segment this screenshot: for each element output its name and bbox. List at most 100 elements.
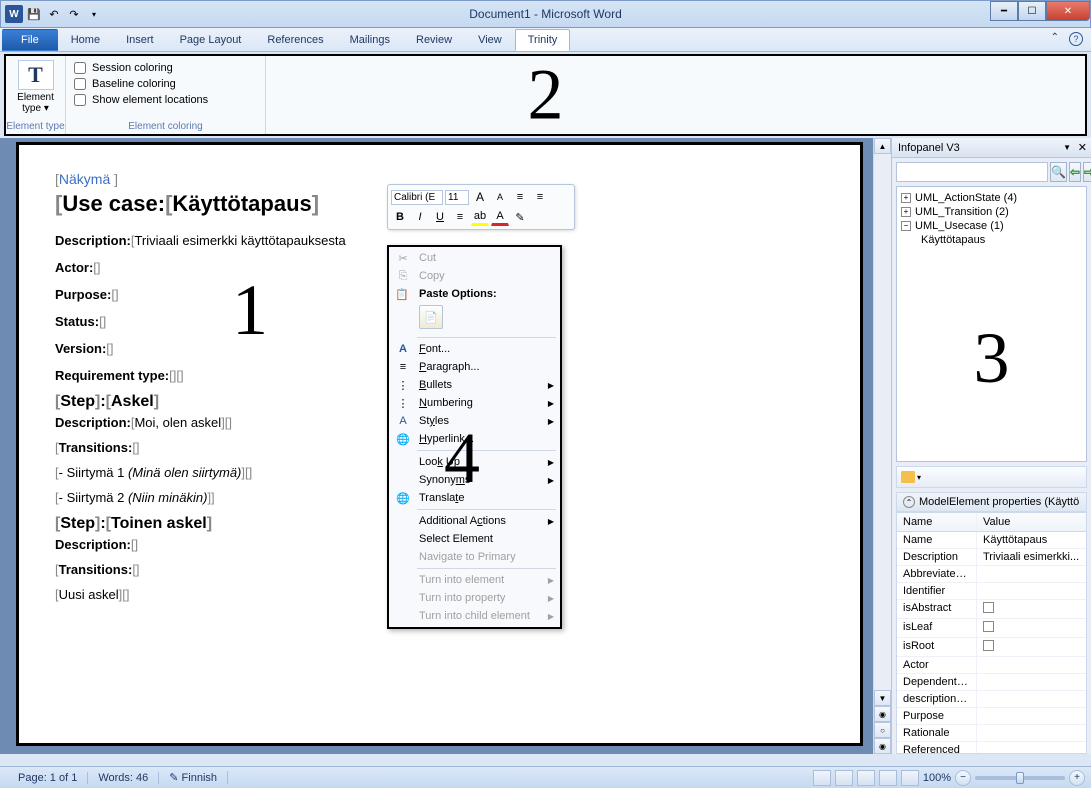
draft-view[interactable]	[901, 770, 919, 786]
format-painter-icon[interactable]: ✎	[511, 208, 529, 226]
full-screen-view[interactable]	[835, 770, 853, 786]
center-icon[interactable]: ≡	[451, 208, 469, 226]
undo-icon[interactable]: ↶	[45, 5, 63, 23]
folder-bar[interactable]: ▾	[896, 466, 1087, 488]
infopanel-search-input[interactable]	[896, 162, 1048, 182]
session-coloring-checkbox[interactable]: Session coloring	[74, 62, 257, 74]
tree-item-kayttotapaus[interactable]: Käyttötapaus	[901, 233, 1082, 247]
cm-turn-property: Turn into property▶	[389, 589, 560, 607]
element-type-group: T Element type ▾ Element type	[6, 56, 66, 134]
zoom-out-button[interactable]: −	[955, 770, 971, 786]
scroll-up-button[interactable]: ▲	[874, 138, 891, 154]
help-icon[interactable]: ?	[1069, 32, 1083, 46]
folder-icon	[901, 471, 915, 483]
close-button[interactable]: ✕	[1046, 1, 1090, 21]
prop-row[interactable]: Abbreviatednam	[897, 566, 1086, 583]
show-element-locations-checkbox[interactable]: Show element locations	[74, 94, 257, 106]
prop-row[interactable]: descriptionXML	[897, 691, 1086, 708]
tab-view[interactable]: View	[465, 29, 515, 51]
italic-icon[interactable]: I	[411, 208, 429, 226]
prop-row[interactable]: isAbstract	[897, 600, 1086, 619]
ribbon-tabs: File Home Insert Page Layout References …	[0, 28, 1091, 52]
infopanel-header[interactable]: Infopanel V3 ▼ ✕	[892, 138, 1091, 158]
cm-numbering[interactable]: ⋮Numbering▶	[389, 394, 560, 412]
prop-row[interactable]: Identifier	[897, 583, 1086, 600]
decrease-indent-icon[interactable]: ≡	[511, 188, 529, 206]
prop-row[interactable]: DependentRequ	[897, 674, 1086, 691]
paste-option-button[interactable]: 📄	[419, 305, 443, 329]
tree-item-actionstate[interactable]: +UML_ActionState (4)	[901, 191, 1082, 205]
minimize-button[interactable]: ━	[990, 1, 1018, 21]
nav-back-button[interactable]: ⇦	[1069, 162, 1081, 182]
nav-forward-button[interactable]: ⇨	[1083, 162, 1091, 182]
context-menu: ✂Cut ⎘Copy 📋Paste Options: 📄 AFont... ≡P…	[387, 245, 562, 629]
prop-row[interactable]: DescriptionTriviaali esimerkki...	[897, 549, 1086, 566]
tab-review[interactable]: Review	[403, 29, 465, 51]
tree-item-transition[interactable]: +UML_Transition (2)	[901, 205, 1082, 219]
tab-home[interactable]: Home	[58, 29, 113, 51]
shrink-font-icon[interactable]: A	[491, 188, 509, 206]
vertical-scrollbar[interactable]: ▲ ▼ ◉ ○ ◉	[873, 138, 891, 754]
outline-view[interactable]	[879, 770, 897, 786]
scroll-down-button[interactable]: ▼	[874, 690, 891, 706]
prop-row[interactable]: Referenced	[897, 742, 1086, 754]
file-tab[interactable]: File	[2, 29, 58, 51]
ribbon-minimize-icon[interactable]: ⌃	[1051, 32, 1059, 46]
redo-icon[interactable]: ↷	[65, 5, 83, 23]
font-family-input[interactable]	[391, 190, 443, 205]
prop-row[interactable]: isLeaf	[897, 619, 1086, 638]
web-layout-view[interactable]	[857, 770, 875, 786]
window-title: Document1 - Microsoft Word	[469, 7, 622, 21]
prop-row[interactable]: Actor	[897, 657, 1086, 674]
save-icon[interactable]: 💾	[25, 5, 43, 23]
zoom-in-button[interactable]: +	[1069, 770, 1085, 786]
cm-paragraph[interactable]: ≡Paragraph...	[389, 358, 560, 376]
search-button[interactable]: 🔍	[1050, 162, 1067, 182]
infopanel-dropdown-icon[interactable]: ▼	[1063, 143, 1071, 152]
tab-insert[interactable]: Insert	[113, 29, 167, 51]
font-size-input[interactable]	[445, 190, 469, 205]
status-bar: Page: 1 of 1 Words: 46 ✎ Finnish 100% − …	[0, 766, 1091, 788]
props-col-name[interactable]: Name	[897, 513, 977, 531]
zoom-level[interactable]: 100%	[923, 772, 951, 784]
tab-page-layout[interactable]: Page Layout	[167, 29, 255, 51]
tab-references[interactable]: References	[254, 29, 336, 51]
status-page[interactable]: Page: 1 of 1	[8, 772, 88, 784]
next-page-button[interactable]: ◉	[874, 738, 891, 754]
prop-row[interactable]: Rationale	[897, 725, 1086, 742]
prop-row[interactable]: Purpose	[897, 708, 1086, 725]
grow-font-icon[interactable]: A	[471, 188, 489, 206]
cm-bullets[interactable]: ⋮Bullets▶	[389, 376, 560, 394]
cm-cut: ✂Cut	[389, 249, 560, 267]
print-layout-view[interactable]	[813, 770, 831, 786]
word-app-icon[interactable]: W	[5, 5, 23, 23]
element-type-button[interactable]: T	[18, 60, 54, 90]
prop-row[interactable]: NameKäyttötapaus	[897, 532, 1086, 549]
prev-page-button[interactable]: ◉	[874, 706, 891, 722]
status-language[interactable]: ✎ Finnish	[159, 771, 228, 784]
browse-object-button[interactable]: ○	[874, 722, 891, 738]
cm-additional[interactable]: Additional Actions▶	[389, 512, 560, 530]
cm-select-element[interactable]: Select Element	[389, 530, 560, 548]
infopanel-tree: +UML_ActionState (4) +UML_Transition (2)…	[896, 186, 1087, 462]
prop-row[interactable]: isRoot	[897, 638, 1086, 657]
increase-indent-icon[interactable]: ≡	[531, 188, 549, 206]
tab-trinity[interactable]: Trinity	[515, 29, 571, 51]
paste-icon: 📋	[395, 288, 409, 301]
underline-icon[interactable]: U	[431, 208, 449, 226]
infopanel-close-icon[interactable]: ✕	[1078, 141, 1087, 154]
cm-font[interactable]: AFont...	[389, 340, 560, 358]
status-words[interactable]: Words: 46	[88, 772, 159, 784]
bold-icon[interactable]: B	[391, 208, 409, 226]
tab-mailings[interactable]: Mailings	[337, 29, 403, 51]
props-header[interactable]: ⌃ModelElement properties (Käyttö	[896, 492, 1087, 512]
cut-icon: ✂	[395, 250, 411, 266]
maximize-button[interactable]: ☐	[1018, 1, 1046, 21]
zoom-slider[interactable]	[975, 776, 1065, 780]
qat-customize-icon[interactable]: ▾	[85, 5, 103, 23]
highlight-icon[interactable]: ab	[471, 208, 489, 226]
props-col-value[interactable]: Value	[977, 513, 1086, 531]
baseline-coloring-checkbox[interactable]: Baseline coloring	[74, 78, 257, 90]
tree-item-usecase[interactable]: −UML_Usecase (1)	[901, 219, 1082, 233]
font-color-icon[interactable]: A	[491, 208, 509, 226]
